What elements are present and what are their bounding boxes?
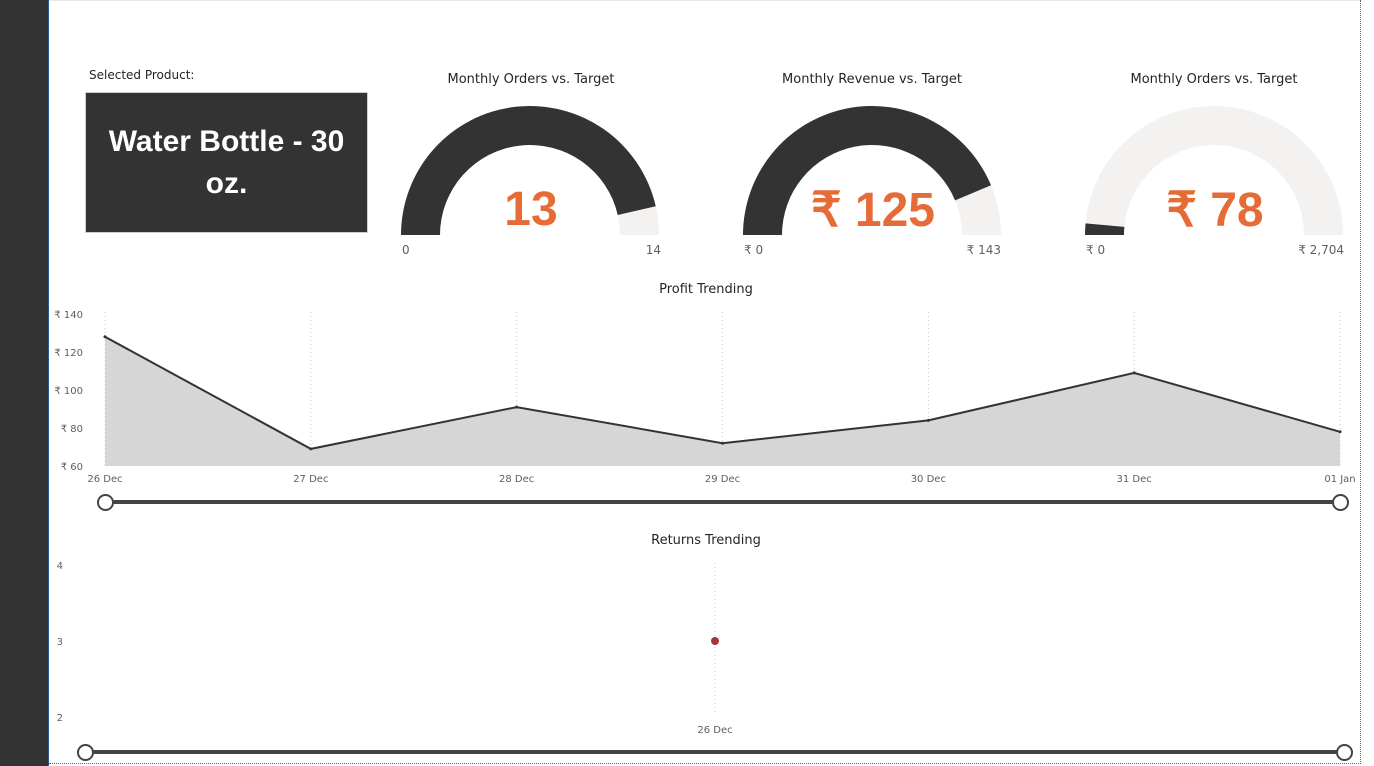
gauge-orders-2-title: Monthly Orders vs. Target bbox=[1130, 72, 1298, 87]
profit-point bbox=[515, 405, 519, 409]
returns-slider-start-handle[interactable] bbox=[77, 744, 94, 761]
returns-ytick-label: 3 bbox=[57, 637, 63, 648]
profit-slider-track[interactable] bbox=[97, 500, 1349, 504]
returns-slider-track[interactable] bbox=[77, 750, 1353, 754]
returns-slider-end-handle[interactable] bbox=[1336, 744, 1353, 761]
profit-ytick-label: ₹ 60 bbox=[61, 462, 83, 473]
gauge-orders-2-value: ₹ 78 bbox=[1166, 184, 1264, 237]
gauge-revenue-title: Monthly Revenue vs. Target bbox=[782, 72, 962, 87]
gauge-revenue-min: ₹ 0 bbox=[744, 243, 764, 257]
profit-ytick-label: ₹ 120 bbox=[54, 348, 83, 359]
gauge-orders-max: 14 bbox=[645, 243, 661, 257]
profit-point bbox=[926, 418, 930, 422]
selected-product-card[interactable]: Water Bottle - 30 oz. bbox=[85, 92, 368, 233]
profit-xtick-label: 27 Dec bbox=[293, 474, 328, 485]
profit-ytick-label: ₹ 140 bbox=[54, 310, 83, 321]
profit-xtick-label: 30 Dec bbox=[911, 474, 946, 485]
profit-point bbox=[309, 447, 313, 451]
profit-slider-end-handle[interactable] bbox=[1332, 494, 1349, 511]
gauge-orders-2-min: ₹ 0 bbox=[1086, 243, 1106, 257]
returns-ytick-label: 2 bbox=[57, 713, 63, 724]
gauge-orders-value: 13 bbox=[504, 183, 558, 236]
gauge-orders-min: 0 bbox=[402, 243, 410, 257]
profit-ytick-label: ₹ 80 bbox=[61, 424, 83, 435]
returns-trending-title: Returns Trending bbox=[651, 533, 761, 548]
profit-date-slider[interactable] bbox=[97, 494, 1349, 511]
profit-point bbox=[103, 335, 107, 339]
returns-xtick-label: 26 Dec bbox=[697, 725, 732, 736]
returns-trending-chart[interactable]: 2 3 4 26 Dec bbox=[49, 553, 1361, 738]
profit-point bbox=[1132, 371, 1136, 375]
returns-point bbox=[711, 637, 719, 645]
profit-slider-start-handle[interactable] bbox=[97, 494, 114, 511]
profit-xtick-label: 28 Dec bbox=[499, 474, 534, 485]
gauge-revenue-max: ₹ 143 bbox=[966, 243, 1001, 257]
gauge-revenue-value: ₹ 125 bbox=[811, 184, 935, 237]
profit-trending-chart[interactable]: ₹ 60 ₹ 80 ₹ 100 ₹ 120 ₹ 140 26 Dec 27 Dec 28 De… bbox=[49, 300, 1361, 490]
selected-product-label: Selected Product: bbox=[89, 68, 195, 82]
left-sidebar bbox=[0, 0, 49, 766]
selected-product-name: Water Bottle - 30 oz. bbox=[108, 124, 345, 200]
gauge-orders-2-max: ₹ 2,704 bbox=[1298, 243, 1344, 257]
profit-xtick-label: 29 Dec bbox=[705, 474, 740, 485]
returns-date-slider[interactable] bbox=[77, 744, 1353, 761]
profit-point bbox=[721, 441, 724, 445]
canvas-top-edge bbox=[49, 0, 1361, 1]
gauge-orders-title: Monthly Orders vs. Target bbox=[447, 72, 615, 87]
profit-xtick-label: 01 Jan bbox=[1324, 474, 1355, 485]
profit-ytick-label: ₹ 100 bbox=[54, 386, 83, 397]
profit-trending-title: Profit Trending bbox=[659, 282, 753, 297]
profit-xtick-label: 31 Dec bbox=[1117, 474, 1152, 485]
profit-xtick-label: 26 Dec bbox=[87, 474, 122, 485]
returns-ytick-label: 4 bbox=[57, 561, 63, 572]
profit-point bbox=[1338, 430, 1342, 434]
